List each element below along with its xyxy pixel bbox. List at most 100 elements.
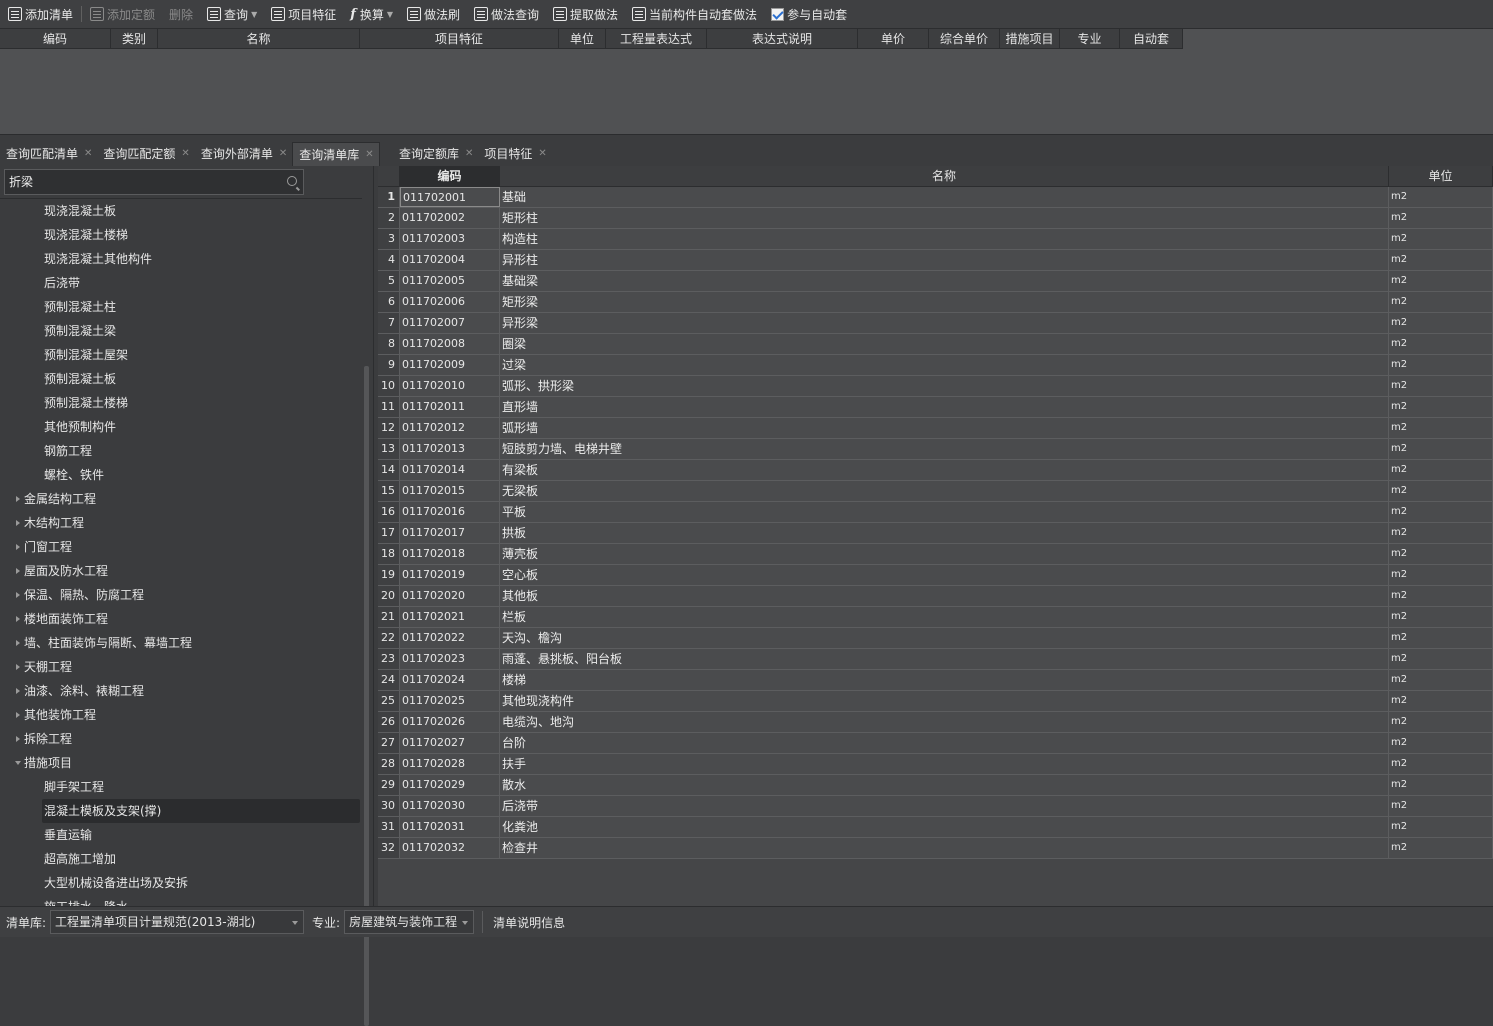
query-button[interactable]: 查询 ▼ [203, 3, 261, 25]
row-number[interactable]: 13 [378, 439, 400, 459]
row-unit[interactable]: m2 [1389, 796, 1493, 816]
table-row[interactable]: 20 011702020 其他板 m2 [378, 586, 1493, 607]
table-row[interactable]: 26 011702026 电缆沟、地沟 m2 [378, 712, 1493, 733]
tree-item[interactable]: 屋面及防水工程 [0, 559, 362, 583]
convert-dropdown-icon[interactable]: ▼ [387, 10, 393, 19]
row-code[interactable]: 011702023 [400, 649, 500, 669]
add-quota-button[interactable]: 添加定额 [86, 3, 159, 25]
tree-item[interactable]: 门窗工程 [0, 535, 362, 559]
table-row[interactable]: 23 011702023 雨蓬、悬挑板、阳台板 m2 [378, 649, 1493, 670]
tree-item[interactable]: 其他装饰工程 [0, 703, 362, 727]
row-code[interactable]: 011702007 [400, 313, 500, 333]
row-code[interactable]: 011702025 [400, 691, 500, 711]
row-unit[interactable]: m2 [1389, 670, 1493, 690]
tree-item[interactable]: 钢筋工程 [0, 439, 362, 463]
row-code[interactable]: 011702001 [400, 187, 500, 207]
row-number[interactable]: 7 [378, 313, 400, 333]
table-row[interactable]: 11 011702011 直形墙 m2 [378, 397, 1493, 418]
row-unit[interactable]: m2 [1389, 544, 1493, 564]
row-unit[interactable]: m2 [1389, 439, 1493, 459]
row-code[interactable]: 011702017 [400, 523, 500, 543]
column-header[interactable]: 专业 [1060, 29, 1120, 48]
close-icon[interactable]: ✕ [84, 142, 92, 166]
row-name[interactable]: 弧形墙 [500, 418, 1389, 438]
row-code[interactable]: 011702030 [400, 796, 500, 816]
row-number[interactable]: 15 [378, 481, 400, 501]
row-number[interactable]: 4 [378, 250, 400, 270]
delete-button[interactable]: 删除 [165, 3, 197, 25]
tree-item[interactable]: 预制混凝土梁 [0, 319, 362, 343]
tree-item[interactable]: 后浇带 [0, 271, 362, 295]
row-unit[interactable]: m2 [1389, 523, 1493, 543]
row-name[interactable]: 其他板 [500, 586, 1389, 606]
row-name[interactable]: 台阶 [500, 733, 1389, 753]
row-name[interactable]: 直形墙 [500, 397, 1389, 417]
major-select[interactable]: 房屋建筑与装饰工程 [344, 910, 475, 934]
row-number[interactable]: 16 [378, 502, 400, 522]
table-row[interactable]: 25 011702025 其他现浇构件 m2 [378, 691, 1493, 712]
row-number[interactable]: 8 [378, 334, 400, 354]
row-unit[interactable]: m2 [1389, 712, 1493, 732]
close-icon[interactable]: ✕ [181, 142, 189, 166]
table-row[interactable]: 18 011702018 薄壳板 m2 [378, 544, 1493, 565]
row-code[interactable]: 011702004 [400, 250, 500, 270]
table-row[interactable]: 31 011702031 化粪池 m2 [378, 817, 1493, 838]
table-row[interactable]: 30 011702030 后浇带 m2 [378, 796, 1493, 817]
row-code[interactable]: 011702029 [400, 775, 500, 795]
convert-button[interactable]: f 换算 ▼ [346, 3, 397, 25]
column-header[interactable]: 表达式说明 [707, 29, 858, 48]
close-icon[interactable]: ✕ [279, 142, 287, 166]
row-name[interactable]: 过梁 [500, 355, 1389, 375]
row-unit[interactable]: m2 [1389, 733, 1493, 753]
tree-item[interactable]: 墙、柱面装饰与隔断、幕墙工程 [0, 631, 362, 655]
row-code[interactable]: 011702011 [400, 397, 500, 417]
row-unit[interactable]: m2 [1389, 691, 1493, 711]
row-number[interactable]: 2 [378, 208, 400, 228]
row-unit[interactable]: m2 [1389, 502, 1493, 522]
row-code[interactable]: 011702010 [400, 376, 500, 396]
list-info-link[interactable]: 清单说明信息 [493, 914, 565, 931]
tree-item[interactable]: 混凝土模板及支架(撑) [0, 799, 362, 823]
row-number[interactable]: 12 [378, 418, 400, 438]
table-row[interactable]: 9 011702009 过梁 m2 [378, 355, 1493, 376]
row-name[interactable]: 后浇带 [500, 796, 1389, 816]
row-code[interactable]: 011702021 [400, 607, 500, 627]
row-name[interactable]: 空心板 [500, 565, 1389, 585]
table-row[interactable]: 22 011702022 天沟、檐沟 m2 [378, 628, 1493, 649]
row-code[interactable]: 011702031 [400, 817, 500, 837]
tree-item[interactable]: 预制混凝土柱 [0, 295, 362, 319]
row-name[interactable]: 矩形柱 [500, 208, 1389, 228]
auto-apply-current-button[interactable]: 当前构件自动套做法 [628, 3, 761, 25]
row-number[interactable]: 11 [378, 397, 400, 417]
column-header[interactable]: 名称 [158, 29, 360, 48]
search-input[interactable]: 折梁 [4, 169, 304, 195]
row-unit[interactable]: m2 [1389, 565, 1493, 585]
row-code[interactable]: 011702028 [400, 754, 500, 774]
row-number[interactable]: 6 [378, 292, 400, 312]
row-unit[interactable]: m2 [1389, 334, 1493, 354]
row-name[interactable]: 雨蓬、悬挑板、阳台板 [500, 649, 1389, 669]
row-code[interactable]: 011702019 [400, 565, 500, 585]
tab-quota-library[interactable]: 查询定额库 ✕ [393, 142, 478, 166]
row-unit[interactable]: m2 [1389, 838, 1493, 858]
row-code[interactable]: 011702006 [400, 292, 500, 312]
table-row[interactable]: 13 011702013 短肢剪力墙、电梯井壁 m2 [378, 439, 1493, 460]
row-number[interactable]: 31 [378, 817, 400, 837]
column-header[interactable]: 工程量表达式 [606, 29, 707, 48]
column-header[interactable]: 自动套 [1120, 29, 1183, 48]
row-code[interactable]: 011702012 [400, 418, 500, 438]
table-row[interactable]: 17 011702017 拱板 m2 [378, 523, 1493, 544]
table-row[interactable]: 28 011702028 扶手 m2 [378, 754, 1493, 775]
query-dropdown-icon[interactable]: ▼ [251, 10, 257, 19]
row-name[interactable]: 短肢剪力墙、电梯井壁 [500, 439, 1389, 459]
table-row[interactable]: 3 011702003 构造柱 m2 [378, 229, 1493, 250]
row-name[interactable]: 基础梁 [500, 271, 1389, 291]
row-name[interactable]: 栏板 [500, 607, 1389, 627]
row-code[interactable]: 011702016 [400, 502, 500, 522]
tree-item[interactable]: 大型机械设备进出场及安拆 [0, 871, 362, 895]
checkbox-checked-icon[interactable] [771, 7, 785, 21]
row-name[interactable]: 拱板 [500, 523, 1389, 543]
tree-item[interactable]: 木结构工程 [0, 511, 362, 535]
table-row[interactable]: 29 011702029 散水 m2 [378, 775, 1493, 796]
row-code[interactable]: 011702024 [400, 670, 500, 690]
